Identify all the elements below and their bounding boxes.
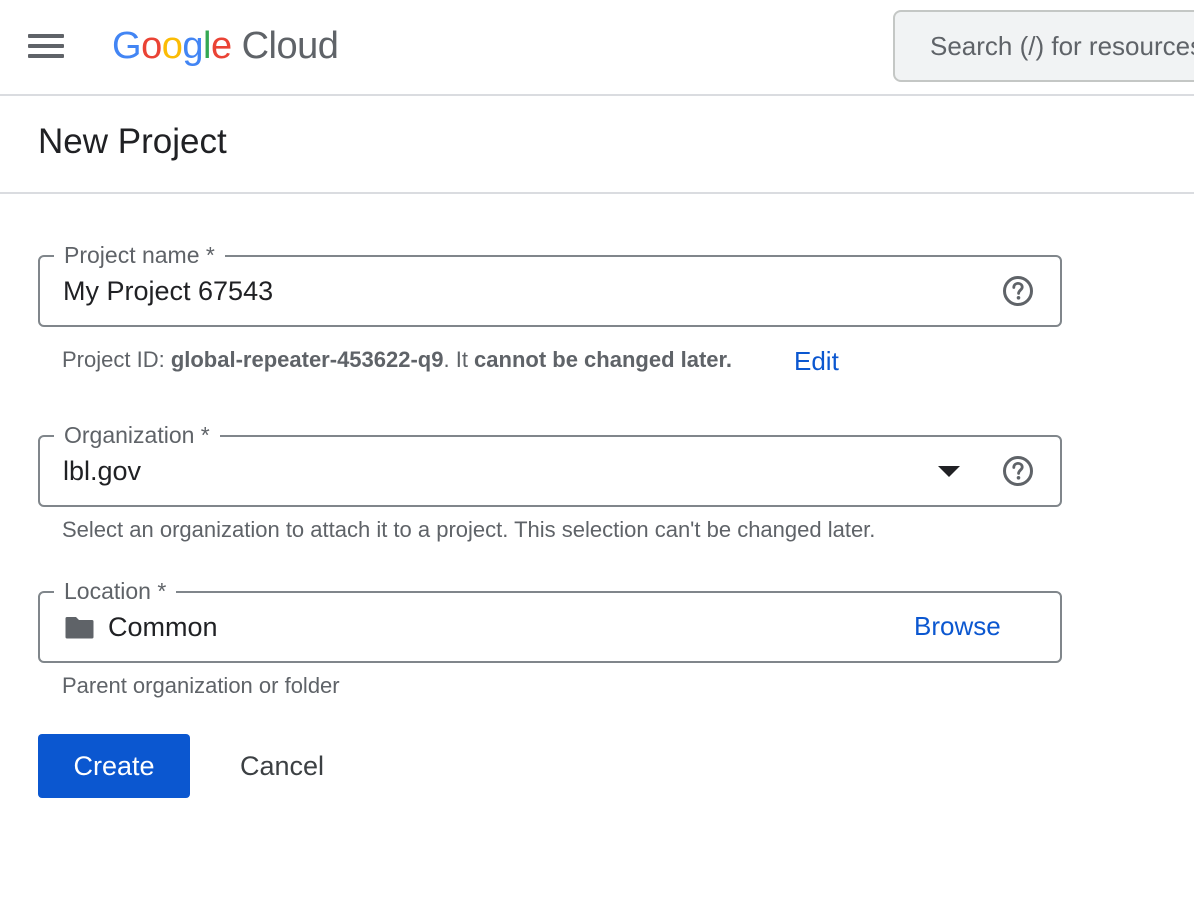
cancel-button[interactable]: Cancel (218, 734, 346, 798)
location-value: Common (108, 612, 218, 642)
hamburger-menu-icon[interactable] (22, 26, 70, 66)
project-id-prefix: Project ID: (62, 347, 171, 372)
project-name-input[interactable] (63, 273, 963, 309)
project-id-hint: Project ID: global-repeater-453622-q9. I… (62, 347, 732, 373)
organization-select[interactable]: Organization * lbl.gov (38, 417, 1062, 507)
google-cloud-logo[interactable]: Google Cloud (112, 22, 339, 70)
logo-letter: o (161, 24, 183, 67)
top-navigation-bar: Google Cloud Search (/) for resources (0, 0, 1194, 96)
organization-value: lbl.gov (63, 456, 142, 486)
search-bar[interactable]: Search (/) for resources (893, 10, 1194, 82)
project-name-field[interactable]: Project name * (38, 237, 1062, 327)
create-button[interactable]: Create (38, 734, 190, 798)
folder-icon (65, 617, 94, 639)
help-circle-icon[interactable] (1002, 455, 1034, 487)
location-label: Location * (54, 573, 177, 609)
logo-letter: l (202, 24, 211, 67)
help-circle-icon[interactable] (1002, 275, 1034, 307)
google-wordmark: Google (112, 25, 232, 68)
location-hint: Parent organization or folder (62, 673, 340, 698)
search-placeholder: Search (/) for resources (930, 30, 1194, 61)
page-title: New Project (38, 122, 227, 161)
project-id-warning: cannot be changed later. (474, 347, 732, 372)
logo-letter: e (210, 24, 232, 67)
project-id-middle: . It (443, 347, 475, 372)
project-id-value: global-repeater-453622-q9 (170, 347, 444, 372)
logo-letter: o (141, 24, 162, 67)
cloud-wordmark: Cloud (241, 24, 339, 67)
organization-label: Organization * (54, 417, 220, 453)
project-name-label: Project name * (54, 237, 225, 273)
page-header: New Project (0, 96, 1194, 194)
arrow-drop-down-icon[interactable] (938, 466, 960, 477)
logo-letter: G (112, 24, 142, 67)
browse-location-link[interactable]: Browse (914, 611, 1001, 642)
edit-project-id-link[interactable]: Edit (794, 346, 839, 377)
location-field[interactable]: Location * Common Browse (38, 573, 1062, 663)
organization-hint: Select an organization to attach it to a… (62, 517, 876, 542)
logo-letter: g (182, 24, 203, 67)
